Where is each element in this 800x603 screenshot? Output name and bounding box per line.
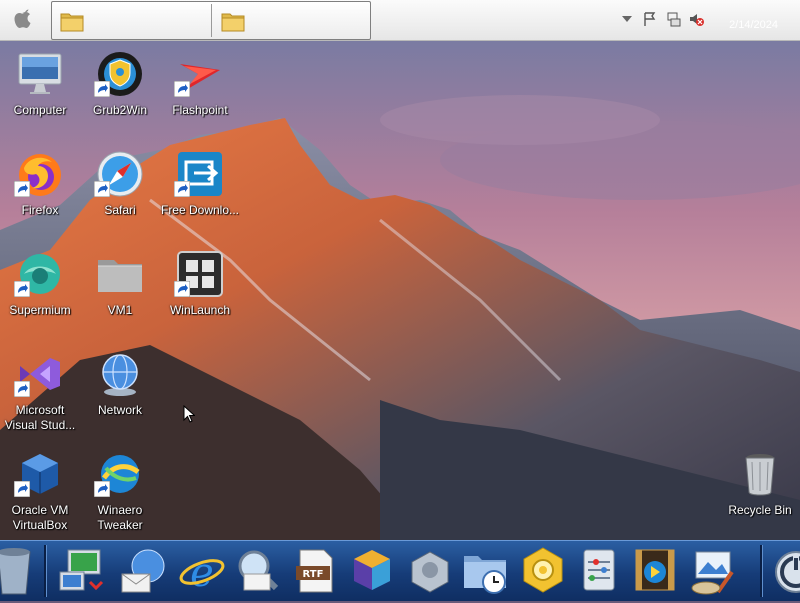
network-globe-icon [102, 354, 138, 396]
flag-icon[interactable] [642, 11, 658, 27]
desktop-icon-label: Winaero Tweaker [97, 503, 143, 532]
taskbar-window-button-1[interactable] [52, 2, 210, 39]
desktop-icon-label: Flashpoint [172, 103, 228, 117]
dock-item-cube[interactable] [346, 544, 398, 598]
dock-item-media-player[interactable] [630, 544, 682, 598]
dock-item-trash[interactable] [0, 544, 40, 598]
desktop-icon-visual-studio[interactable]: Microsoft Visual Stud... [0, 344, 80, 440]
desktop-icon-grub2win[interactable]: Grub2Win [80, 44, 160, 140]
folder-icon [60, 13, 84, 32]
rtf-document-icon: RTF [296, 549, 333, 593]
svg-text:e: e [190, 550, 214, 596]
clock-date[interactable]: 2/14/2024 [729, 19, 778, 31]
hard-drive-icon [411, 551, 449, 593]
desktop-icon-firefox[interactable]: Firefox [0, 144, 80, 240]
dock-bar: e RTF [0, 540, 800, 601]
shortcut-arrow-icon [94, 81, 110, 97]
apple-logo-icon[interactable] [10, 5, 38, 33]
dock-item-network[interactable] [56, 544, 108, 598]
folder-icon [221, 13, 245, 32]
dock-item-internet-explorer[interactable]: e [176, 544, 228, 598]
desktop-icon-computer[interactable]: Computer [0, 44, 80, 140]
dock-item-paint[interactable] [688, 544, 740, 598]
settings-icon [583, 549, 615, 591]
dock-item-mail[interactable] [118, 544, 170, 598]
desktop-icon-flashpoint[interactable]: Flashpoint [160, 44, 240, 140]
dock-item-settings[interactable] [574, 544, 626, 598]
imac-icon [18, 53, 62, 94]
desktop-icon-label: Oracle VM VirtualBox [11, 503, 69, 532]
desktop-icon-label: Network [97, 403, 142, 417]
search-icon [238, 550, 279, 591]
dock-item-folder-clock[interactable] [460, 544, 512, 598]
shortcut-arrow-icon [14, 281, 30, 297]
dock-item-gear[interactable] [517, 544, 569, 598]
power-icon [775, 551, 800, 593]
shortcut-arrow-icon [14, 181, 30, 197]
dock-separator [760, 545, 763, 597]
desktop-icon-recycle-bin[interactable]: Recycle Bin [720, 444, 800, 540]
desktop-icon-label: Computer [13, 103, 67, 117]
desktop-icon-virtualbox[interactable]: Oracle VM VirtualBox [0, 444, 80, 540]
desktop-icon-label: Grub2Win [92, 103, 148, 117]
dock-item-rtf-document[interactable]: RTF [290, 544, 342, 598]
cube-icon [354, 550, 390, 590]
computer-network-icon [59, 549, 104, 591]
trash-icon [0, 548, 31, 595]
folder-clock-icon [464, 556, 506, 594]
dock-separator [44, 545, 47, 597]
paint-icon [691, 551, 734, 595]
internet-explorer-icon: e [179, 550, 225, 596]
shortcut-arrow-icon [174, 181, 190, 197]
desktop-icon-winaero-tweaker[interactable]: Winaero Tweaker [80, 444, 160, 540]
shortcut-arrow-icon [174, 281, 190, 297]
chevron-down-icon[interactable] [619, 11, 635, 27]
dock-item-hard-drive[interactable] [404, 544, 456, 598]
shortcut-arrow-icon [94, 181, 110, 197]
shortcut-arrow-icon [14, 381, 30, 397]
media-player-icon [635, 549, 675, 591]
desktop-icon-label: Safari [104, 203, 136, 217]
desktop-icon-label: Recycle Bin [728, 503, 792, 517]
dock-item-power[interactable] [770, 544, 800, 598]
top-menu-bar: 2/14/2024 [0, 0, 800, 41]
desktop-icon-vm1-folder[interactable]: VM1 [80, 244, 160, 340]
desktop-icon-label: Microsoft Visual Stud... [4, 403, 76, 432]
network-icon[interactable] [666, 11, 682, 27]
mail-icon [121, 549, 165, 593]
desktop-icon-network[interactable]: Network [80, 344, 160, 440]
desktop-icon-label: VM1 [107, 303, 133, 317]
shortcut-arrow-icon [94, 481, 110, 497]
shortcut-arrow-icon [174, 81, 190, 97]
svg-text:RTF: RTF [303, 569, 324, 580]
desktop-icon-label: WinLaunch [169, 303, 231, 317]
desktop-icon-winlaunch[interactable]: WinLaunch [160, 244, 240, 340]
desktop-icon-free-download-manager[interactable]: Free Downlo... [160, 144, 240, 240]
system-tray: 2/14/2024 [610, 0, 800, 40]
desktop-icon-label: Supermium [9, 303, 71, 317]
desktop-icon-supermium[interactable]: Supermium [0, 244, 80, 340]
volume-muted-icon[interactable] [688, 11, 704, 27]
taskbar-separator [211, 4, 212, 37]
recycle-bin-icon [745, 454, 775, 496]
desktop-icon-safari[interactable]: Safari [80, 144, 160, 240]
dock-item-search[interactable] [232, 544, 284, 598]
taskbar-window-strip [51, 1, 371, 40]
mouse-cursor-icon [183, 405, 195, 423]
taskbar-window-button-2[interactable] [213, 2, 370, 39]
desktop-icon-label: Firefox [21, 203, 59, 217]
shortcut-arrow-icon [14, 481, 30, 497]
folder-icon [98, 260, 142, 292]
desktop-icon-label: Free Downlo... [160, 203, 240, 217]
gear-icon [523, 547, 563, 593]
